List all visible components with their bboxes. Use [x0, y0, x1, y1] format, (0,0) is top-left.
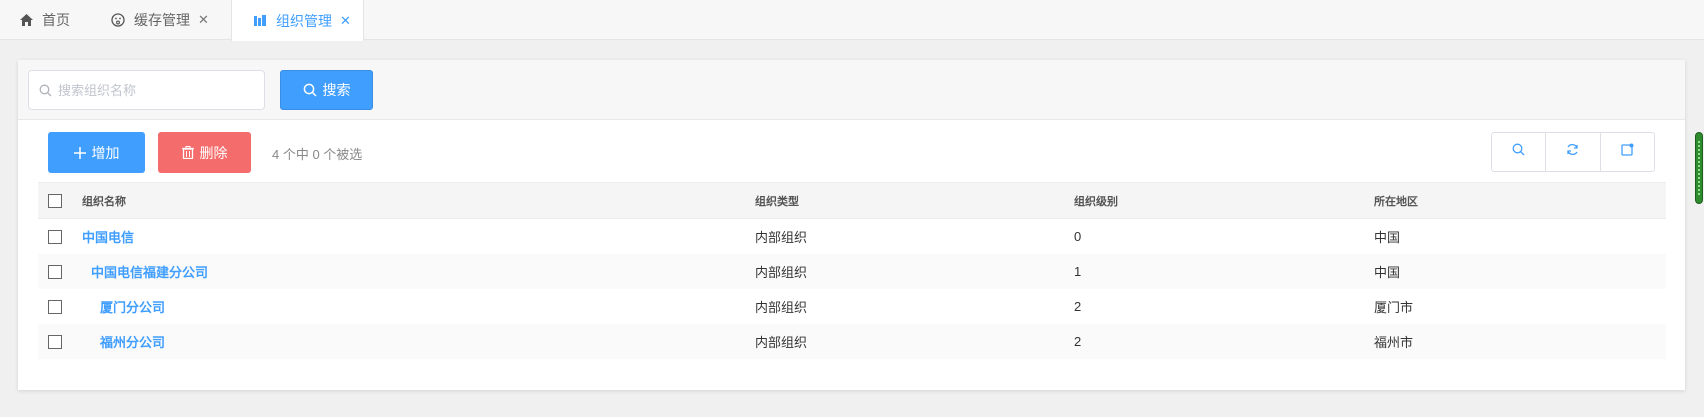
tab-home[interactable]: 首页	[18, 0, 70, 40]
tab-label: 组织管理	[276, 12, 332, 29]
org-region-cell: 福州市	[1374, 335, 1414, 350]
delete-button[interactable]: 删除	[158, 132, 251, 173]
org-name-link[interactable]: 福州分公司	[82, 332, 165, 351]
selection-count: 4 个中 0 个被选	[272, 147, 363, 162]
column-header[interactable]: 所在地区	[1374, 183, 1418, 218]
org-region-cell: 厦门市	[1374, 300, 1414, 315]
org-name-link[interactable]: 中国电信	[82, 227, 134, 246]
add-button-label: 增加	[91, 144, 120, 161]
org-type-cell: 内部组织	[755, 265, 808, 280]
org-table: 组织名称 组织类型 组织级别 所在地区 中国电信 内部组织 0 中国 中国电信福…	[38, 182, 1666, 359]
search-icon	[39, 84, 52, 97]
org-level-cell: 2	[1074, 334, 1082, 349]
org-management-panel: 搜索 增加 删除 4 个中 0 个被选	[18, 60, 1685, 390]
org-name-link[interactable]: 中国电信福建分公司	[82, 262, 208, 281]
org-region-cell: 中国	[1374, 265, 1401, 280]
search-button-label: 搜索	[322, 82, 351, 98]
refresh-button[interactable]	[1546, 133, 1601, 171]
table-tools	[1491, 132, 1655, 172]
add-button[interactable]: 增加	[48, 132, 145, 173]
table-row[interactable]: 中国电信 内部组织 0 中国	[38, 219, 1666, 254]
org-name-cell: 中国电信	[82, 219, 134, 254]
row-checkbox[interactable]	[48, 324, 62, 359]
search-bar: 搜索	[18, 60, 1685, 120]
columns-button[interactable]	[1601, 133, 1654, 171]
table-row[interactable]: 福州分公司 内部组织 2 福州市	[38, 324, 1666, 359]
table-row[interactable]: 厦门分公司 内部组织 2 厦门市	[38, 289, 1666, 324]
tab-bar: 首页 缓存管理 ✕ 组织管理 ✕	[0, 0, 1704, 41]
tab-org-management[interactable]: 组织管理 ✕	[231, 0, 364, 41]
table-header: 组织名称 组织类型 组织级别 所在地区	[38, 182, 1666, 219]
toggle-search-button[interactable]	[1492, 133, 1547, 171]
select-all-checkbox[interactable]	[48, 183, 62, 218]
org-name-cell: 福州分公司	[82, 324, 165, 359]
close-icon[interactable]: ✕	[340, 13, 351, 29]
org-level-cell: 2	[1074, 299, 1082, 314]
org-name-link[interactable]: 厦门分公司	[82, 297, 165, 316]
org-name-cell: 厦门分公司	[82, 289, 165, 324]
home-icon	[18, 12, 34, 28]
column-header[interactable]: 组织级别	[1074, 183, 1118, 218]
cache-icon	[110, 12, 126, 28]
close-icon[interactable]: ✕	[198, 12, 209, 28]
row-checkbox[interactable]	[48, 254, 62, 289]
table-row[interactable]: 中国电信福建分公司 内部组织 1 中国	[38, 254, 1666, 289]
search-input[interactable]	[58, 82, 248, 98]
column-header[interactable]: 组织名称	[82, 183, 126, 218]
row-checkbox[interactable]	[48, 219, 62, 254]
tab-label: 首页	[42, 12, 70, 28]
org-type-cell: 内部组织	[755, 335, 808, 350]
org-name-cell: 中国电信福建分公司	[82, 254, 208, 289]
refresh-icon	[1566, 143, 1579, 161]
search-field[interactable]	[28, 70, 265, 110]
tab-label: 缓存管理	[134, 12, 190, 28]
row-checkbox[interactable]	[48, 289, 62, 324]
trash-icon	[181, 146, 194, 159]
columns-icon	[1621, 143, 1634, 161]
org-type-cell: 内部组织	[755, 230, 808, 245]
org-level-cell: 0	[1074, 229, 1082, 244]
column-header[interactable]: 组织类型	[755, 183, 799, 218]
delete-button-label: 删除	[199, 144, 228, 161]
search-icon	[1512, 143, 1525, 161]
tab-cache-management[interactable]: 缓存管理 ✕	[110, 0, 209, 40]
org-level-cell: 1	[1074, 264, 1082, 279]
plus-icon	[73, 146, 86, 159]
org-type-cell: 内部组织	[755, 300, 808, 315]
scrollbar-thumb[interactable]	[1695, 132, 1703, 204]
org-icon	[252, 13, 268, 29]
search-button[interactable]: 搜索	[280, 70, 373, 110]
org-region-cell: 中国	[1374, 230, 1401, 245]
search-icon	[303, 83, 317, 97]
